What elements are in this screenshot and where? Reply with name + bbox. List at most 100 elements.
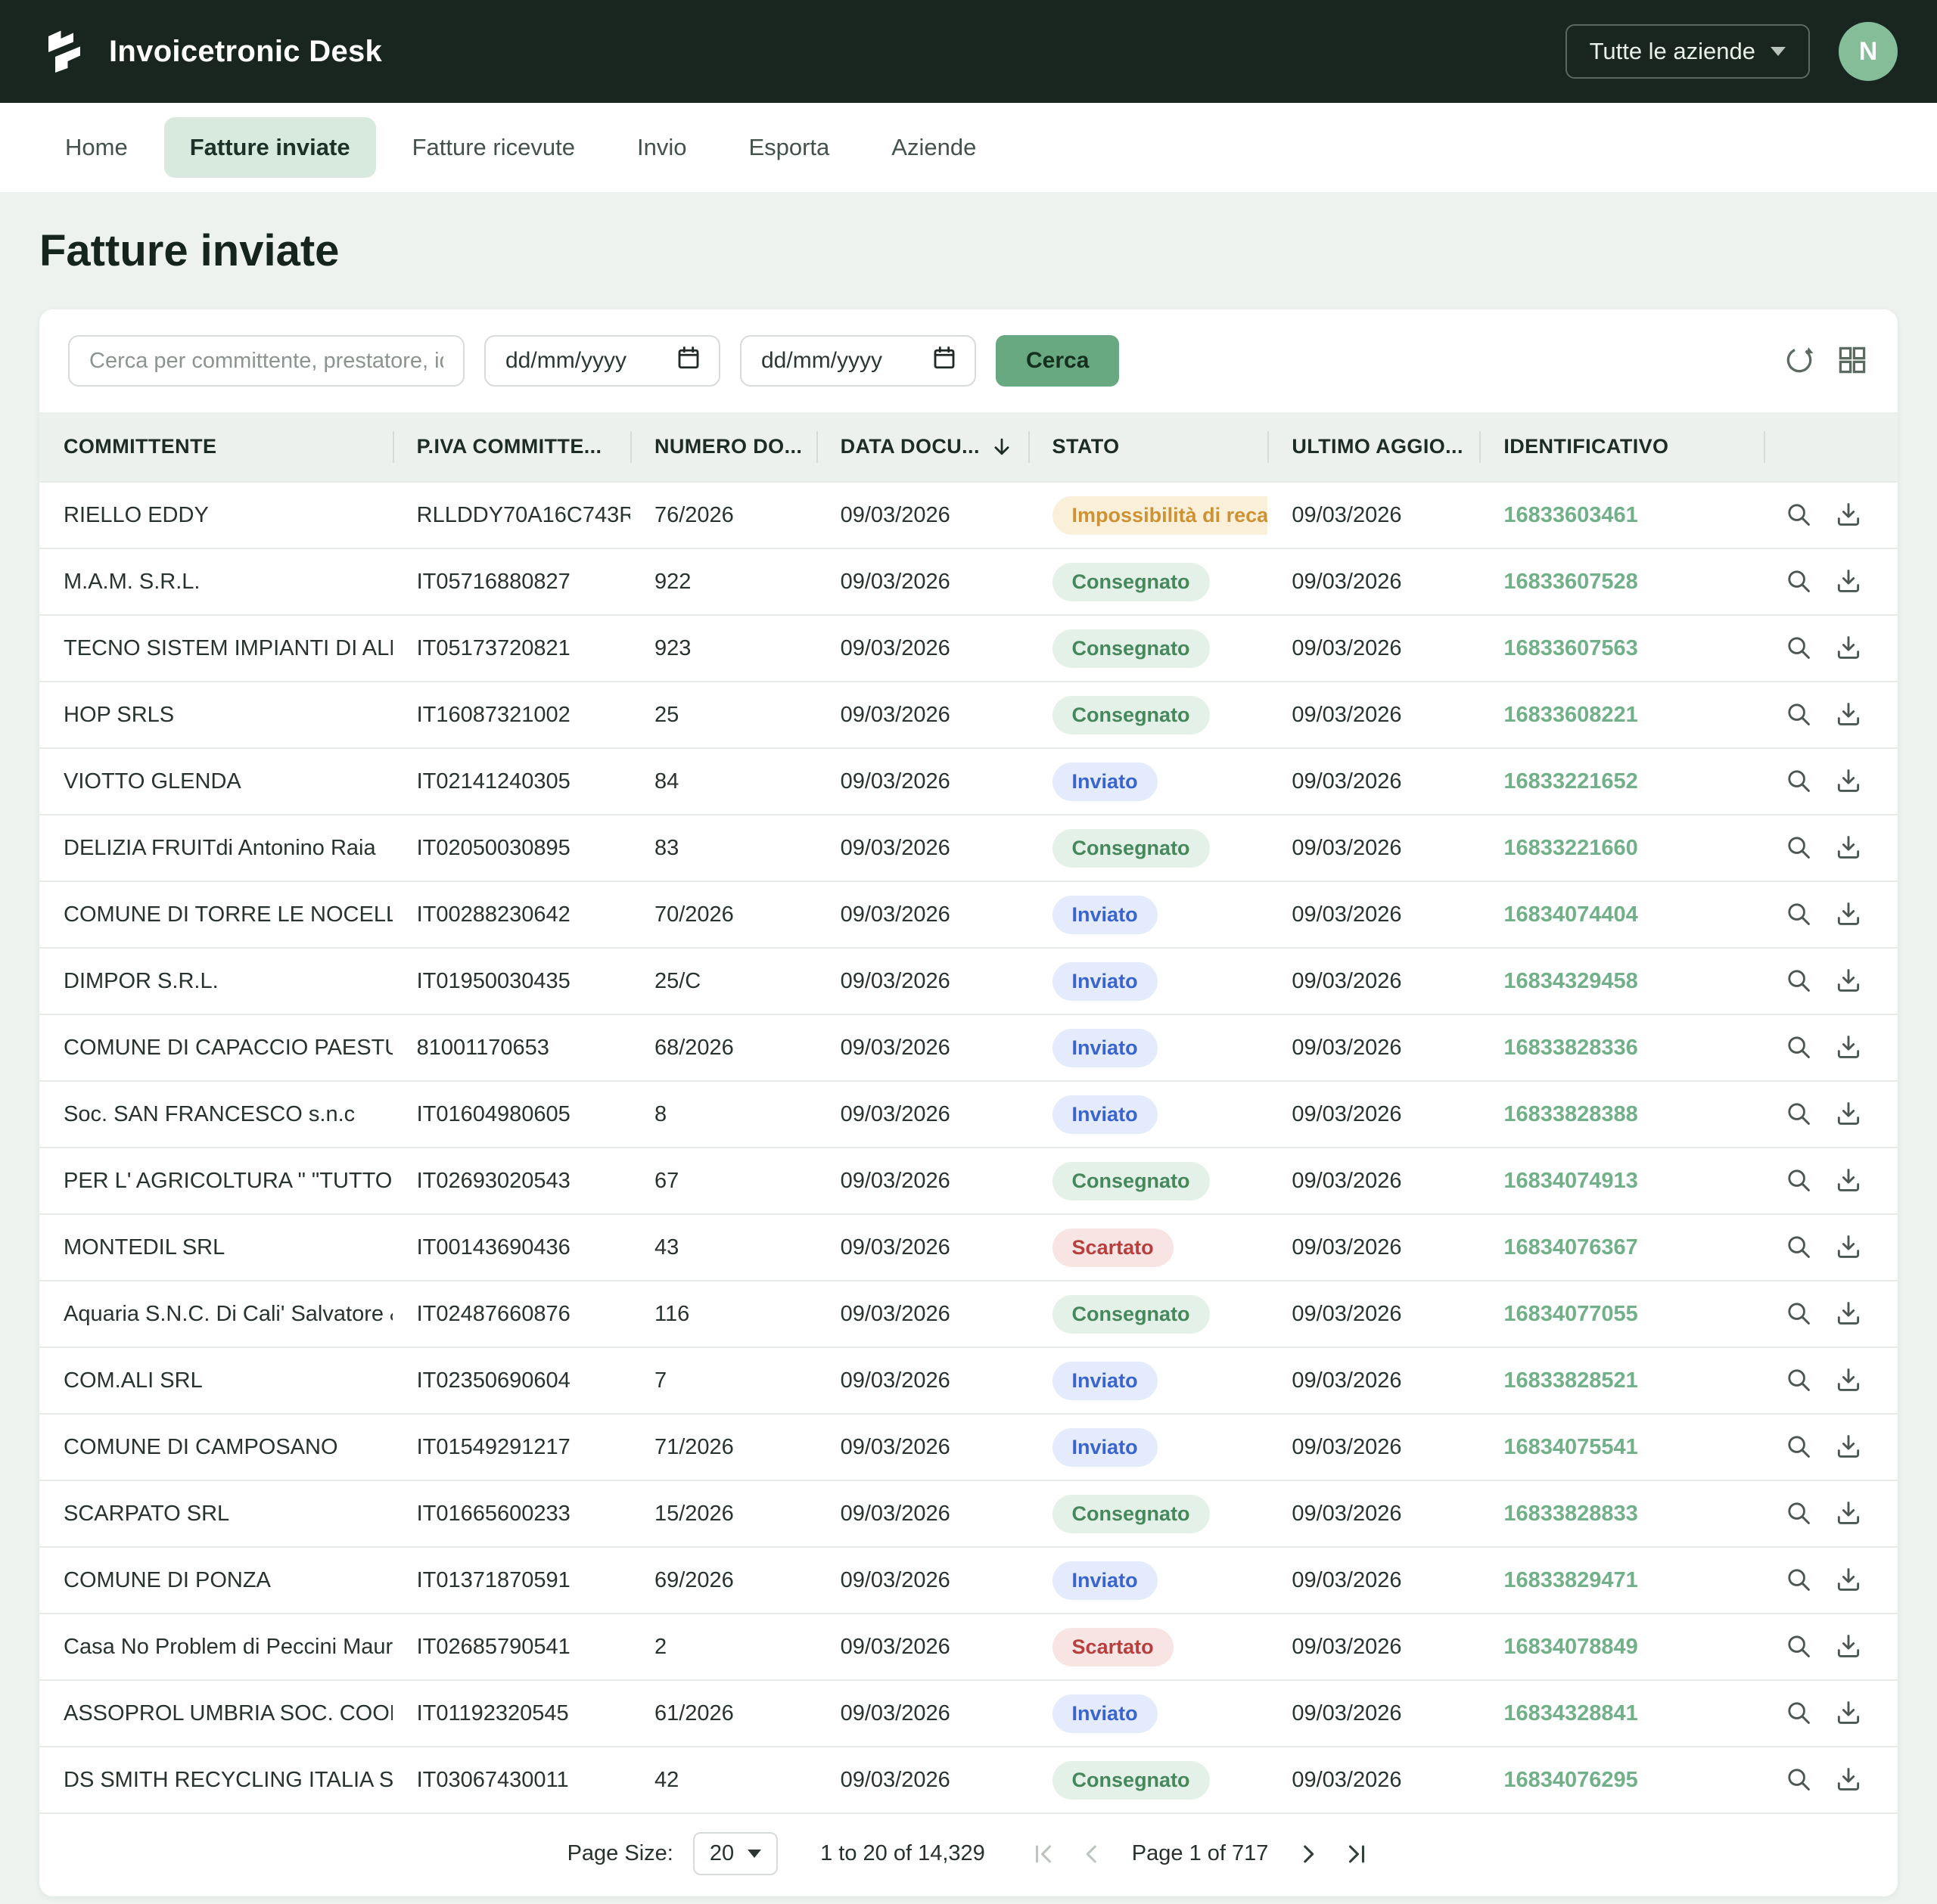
download-invoice-button[interactable] (1834, 1232, 1863, 1263)
id-link[interactable]: 16834074913 (1503, 1169, 1637, 1193)
date-to-field[interactable]: dd/mm/yyyy (740, 335, 976, 387)
table-row[interactable]: COMUNE DI TORRE LE NOCELLE IT00288230642… (39, 881, 1898, 948)
table-row[interactable]: Soc. SAN FRANCESCO s.n.c IT01604980605 8… (39, 1081, 1898, 1148)
table-row[interactable]: VIOTTO GLENDA IT02141240305 84 09/03/202… (39, 748, 1898, 815)
download-invoice-button[interactable] (1834, 1033, 1863, 1064)
id-link[interactable]: 16834075541 (1503, 1435, 1637, 1459)
view-invoice-button[interactable] (1784, 1698, 1813, 1729)
table-row[interactable]: MONTEDIL SRL IT00143690436 43 09/03/2026… (39, 1214, 1898, 1281)
nav-item-invio[interactable]: Invio (611, 117, 712, 178)
view-invoice-button[interactable] (1784, 1565, 1813, 1596)
download-invoice-button[interactable] (1834, 1499, 1863, 1530)
column-header-stato[interactable]: STATO (1028, 412, 1268, 482)
view-invoice-button[interactable] (1784, 899, 1813, 930)
view-invoice-button[interactable] (1784, 1299, 1813, 1330)
download-invoice-button[interactable] (1834, 1166, 1863, 1197)
id-link[interactable]: 16834078849 (1503, 1635, 1637, 1659)
view-invoice-button[interactable] (1784, 1033, 1813, 1064)
first-page-button[interactable] (1031, 1841, 1056, 1867)
nav-item-fatture-inviate[interactable]: Fatture inviate (164, 117, 376, 178)
download-invoice-button[interactable] (1834, 633, 1863, 664)
refresh-button[interactable] (1783, 343, 1816, 379)
view-invoice-button[interactable] (1784, 1166, 1813, 1197)
id-link[interactable]: 16833603461 (1503, 503, 1637, 527)
id-link[interactable]: 16834328841 (1503, 1701, 1637, 1725)
view-invoice-button[interactable] (1784, 633, 1813, 664)
download-invoice-button[interactable] (1834, 1299, 1863, 1330)
download-invoice-button[interactable] (1834, 1698, 1863, 1729)
table-row[interactable]: M.A.M. S.R.L. IT05716880827 922 09/03/20… (39, 548, 1898, 615)
table-row[interactable]: PER L' AGRICOLTURA " "TUTTO IT0269302054… (39, 1148, 1898, 1214)
column-header-identificativo[interactable]: IDENTIFICATIVO (1479, 412, 1764, 482)
download-invoice-button[interactable] (1834, 500, 1863, 531)
view-invoice-button[interactable] (1784, 567, 1813, 598)
id-link[interactable]: 16834329458 (1503, 969, 1637, 993)
search-button[interactable]: Cerca (996, 335, 1119, 387)
id-link[interactable]: 16833828336 (1503, 1036, 1637, 1060)
view-invoice-button[interactable] (1784, 1232, 1813, 1263)
table-row[interactable]: HOP SRLS IT16087321002 25 09/03/2026 Con… (39, 682, 1898, 748)
view-invoice-button[interactable] (1784, 1365, 1813, 1396)
id-link[interactable]: 16833607528 (1503, 570, 1637, 594)
previous-page-button[interactable] (1079, 1841, 1105, 1867)
date-from-field[interactable]: dd/mm/yyyy (484, 335, 720, 387)
column-header-ultimo[interactable]: ULTIMO AGGIO... (1267, 412, 1479, 482)
download-invoice-button[interactable] (1834, 966, 1863, 997)
table-row[interactable]: Aquaria S.N.C. Di Cali' Salvatore & C IT… (39, 1281, 1898, 1347)
search-input[interactable] (68, 335, 465, 387)
nav-item-fatture-ricevute[interactable]: Fatture ricevute (387, 117, 601, 178)
download-invoice-button[interactable] (1834, 1632, 1863, 1663)
download-invoice-button[interactable] (1834, 899, 1863, 930)
next-page-button[interactable] (1295, 1841, 1321, 1867)
avatar[interactable]: N (1839, 22, 1898, 81)
column-header-piva[interactable]: P.IVA COMMITTE... (393, 412, 630, 482)
download-invoice-button[interactable] (1834, 567, 1863, 598)
view-invoice-button[interactable] (1784, 500, 1813, 531)
download-invoice-button[interactable] (1834, 1765, 1863, 1796)
id-link[interactable]: 16834076295 (1503, 1768, 1637, 1792)
id-link[interactable]: 16834076367 (1503, 1235, 1637, 1259)
view-invoice-button[interactable] (1784, 1099, 1813, 1130)
id-link[interactable]: 16833608221 (1503, 703, 1637, 727)
page-size-select[interactable]: 20 (693, 1832, 778, 1875)
column-header-committente[interactable]: COMMITTENTE (39, 412, 393, 482)
table-row[interactable]: COMUNE DI CAMPOSANO IT01549291217 71/202… (39, 1414, 1898, 1480)
nav-item-aziende[interactable]: Aziende (866, 117, 1002, 178)
columns-button[interactable] (1836, 343, 1869, 379)
id-link[interactable]: 16833828388 (1503, 1102, 1637, 1126)
view-invoice-button[interactable] (1784, 1765, 1813, 1796)
id-link[interactable]: 16834074404 (1503, 902, 1637, 927)
id-link[interactable]: 16833221660 (1503, 836, 1637, 860)
view-invoice-button[interactable] (1784, 766, 1813, 797)
column-header-data[interactable]: DATA DOCU... (816, 412, 1028, 482)
table-row[interactable]: COMUNE DI PONZA IT01371870591 69/2026 09… (39, 1547, 1898, 1614)
view-invoice-button[interactable] (1784, 833, 1813, 864)
download-invoice-button[interactable] (1834, 1565, 1863, 1596)
table-row[interactable]: TECNO SISTEM IMPIANTI DI ALESSA IT051737… (39, 615, 1898, 682)
download-invoice-button[interactable] (1834, 766, 1863, 797)
column-header-numero[interactable]: NUMERO DO... (630, 412, 816, 482)
table-row[interactable]: SCARPATO SRL IT01665600233 15/2026 09/03… (39, 1480, 1898, 1547)
download-invoice-button[interactable] (1834, 700, 1863, 731)
view-invoice-button[interactable] (1784, 700, 1813, 731)
table-row[interactable]: COMUNE DI CAPACCIO PAESTUM 81001170653 6… (39, 1014, 1898, 1081)
download-invoice-button[interactable] (1834, 833, 1863, 864)
id-link[interactable]: 16833828521 (1503, 1368, 1637, 1393)
nav-item-esporta[interactable]: Esporta (723, 117, 855, 178)
view-invoice-button[interactable] (1784, 1632, 1813, 1663)
view-invoice-button[interactable] (1784, 1499, 1813, 1530)
id-link[interactable]: 16833607563 (1503, 636, 1637, 660)
table-row[interactable]: DIMPOR S.R.L. IT01950030435 25/C 09/03/2… (39, 948, 1898, 1014)
table-row[interactable]: DELIZIA FRUITdi Antonino Raia IT02050030… (39, 815, 1898, 881)
last-page-button[interactable] (1344, 1841, 1370, 1867)
download-invoice-button[interactable] (1834, 1432, 1863, 1463)
view-invoice-button[interactable] (1784, 966, 1813, 997)
download-invoice-button[interactable] (1834, 1365, 1863, 1396)
table-row[interactable]: ASSOPROL UMBRIA SOC. COOP. IT01192320545… (39, 1680, 1898, 1747)
nav-item-home[interactable]: Home (39, 117, 154, 178)
id-link[interactable]: 16833221652 (1503, 769, 1637, 794)
table-row[interactable]: Casa No Problem di Peccini Maurizio IT02… (39, 1614, 1898, 1680)
company-selector-button[interactable]: Tutte le aziende (1565, 24, 1810, 79)
table-row[interactable]: DS SMITH RECYCLING ITALIA SRL IT03067430… (39, 1747, 1898, 1812)
id-link[interactable]: 16833829471 (1503, 1568, 1637, 1592)
